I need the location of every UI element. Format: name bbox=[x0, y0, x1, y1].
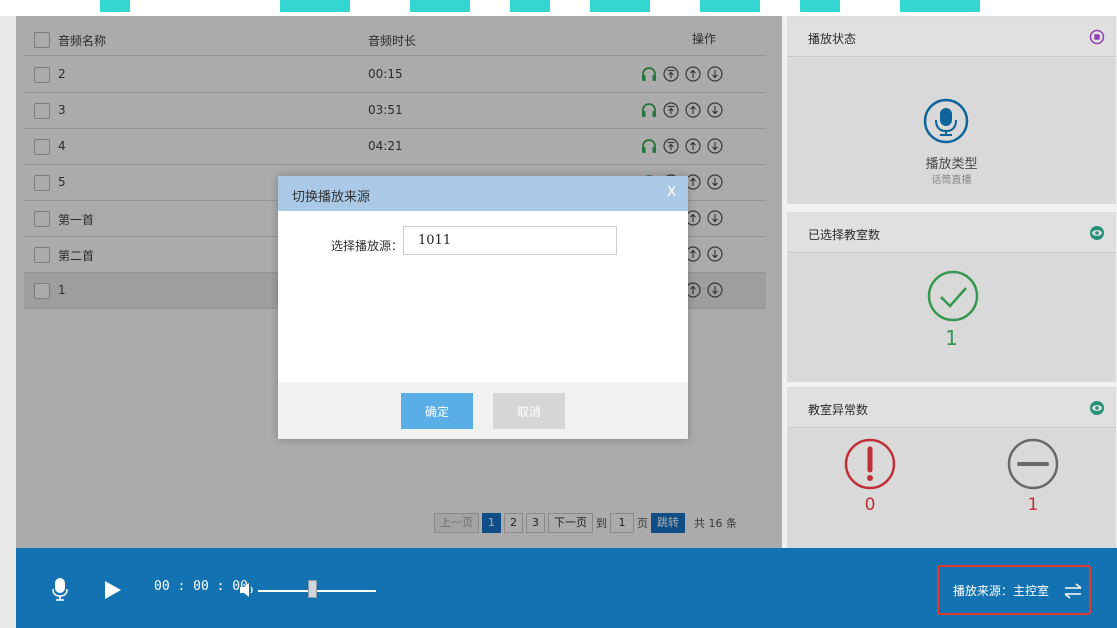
switch-source-dialog: 切换播放来源 X 选择播放源： 1011 确定 取消 bbox=[278, 176, 688, 439]
abnormal-classrooms-card: 教室异常数 0 1 bbox=[787, 387, 1116, 548]
dialog-header: 切换播放来源 X bbox=[278, 176, 688, 211]
playback-time: 00 : 00 : 00 bbox=[154, 579, 248, 594]
source-input[interactable]: 1011 bbox=[403, 226, 617, 255]
play-icon[interactable] bbox=[104, 580, 122, 600]
selected-card-dim bbox=[788, 213, 1115, 381]
dialog-footer: 确定 取消 bbox=[278, 382, 688, 439]
source-input-value: 1011 bbox=[418, 233, 452, 248]
close-icon[interactable]: X bbox=[667, 185, 676, 200]
top-decor-strip bbox=[0, 0, 1117, 16]
microphone-icon[interactable] bbox=[52, 578, 68, 602]
volume-slider-handle[interactable] bbox=[308, 580, 318, 598]
volume-icon[interactable] bbox=[239, 582, 257, 598]
dialog-title: 切换播放来源 bbox=[292, 190, 371, 205]
abnormal-card-dim bbox=[788, 388, 1115, 547]
cancel-button[interactable]: 取消 bbox=[493, 393, 565, 429]
status-card-dim bbox=[788, 17, 1115, 203]
confirm-button[interactable]: 确定 bbox=[401, 393, 473, 429]
play-source-switch[interactable]: 播放来源：主控室 bbox=[937, 565, 1091, 615]
play-source-label: 播放来源：主控室 bbox=[953, 584, 1050, 598]
selected-classrooms-card: 已选择教室数 1 bbox=[787, 212, 1116, 382]
player-bar: 00 : 00 : 00 播放来源：主控室 bbox=[16, 548, 1117, 628]
source-field-label: 选择播放源： bbox=[331, 239, 404, 253]
status-card: 播放状态 播放类型 话筒直播 bbox=[787, 16, 1116, 204]
swap-icon[interactable] bbox=[1063, 581, 1083, 601]
